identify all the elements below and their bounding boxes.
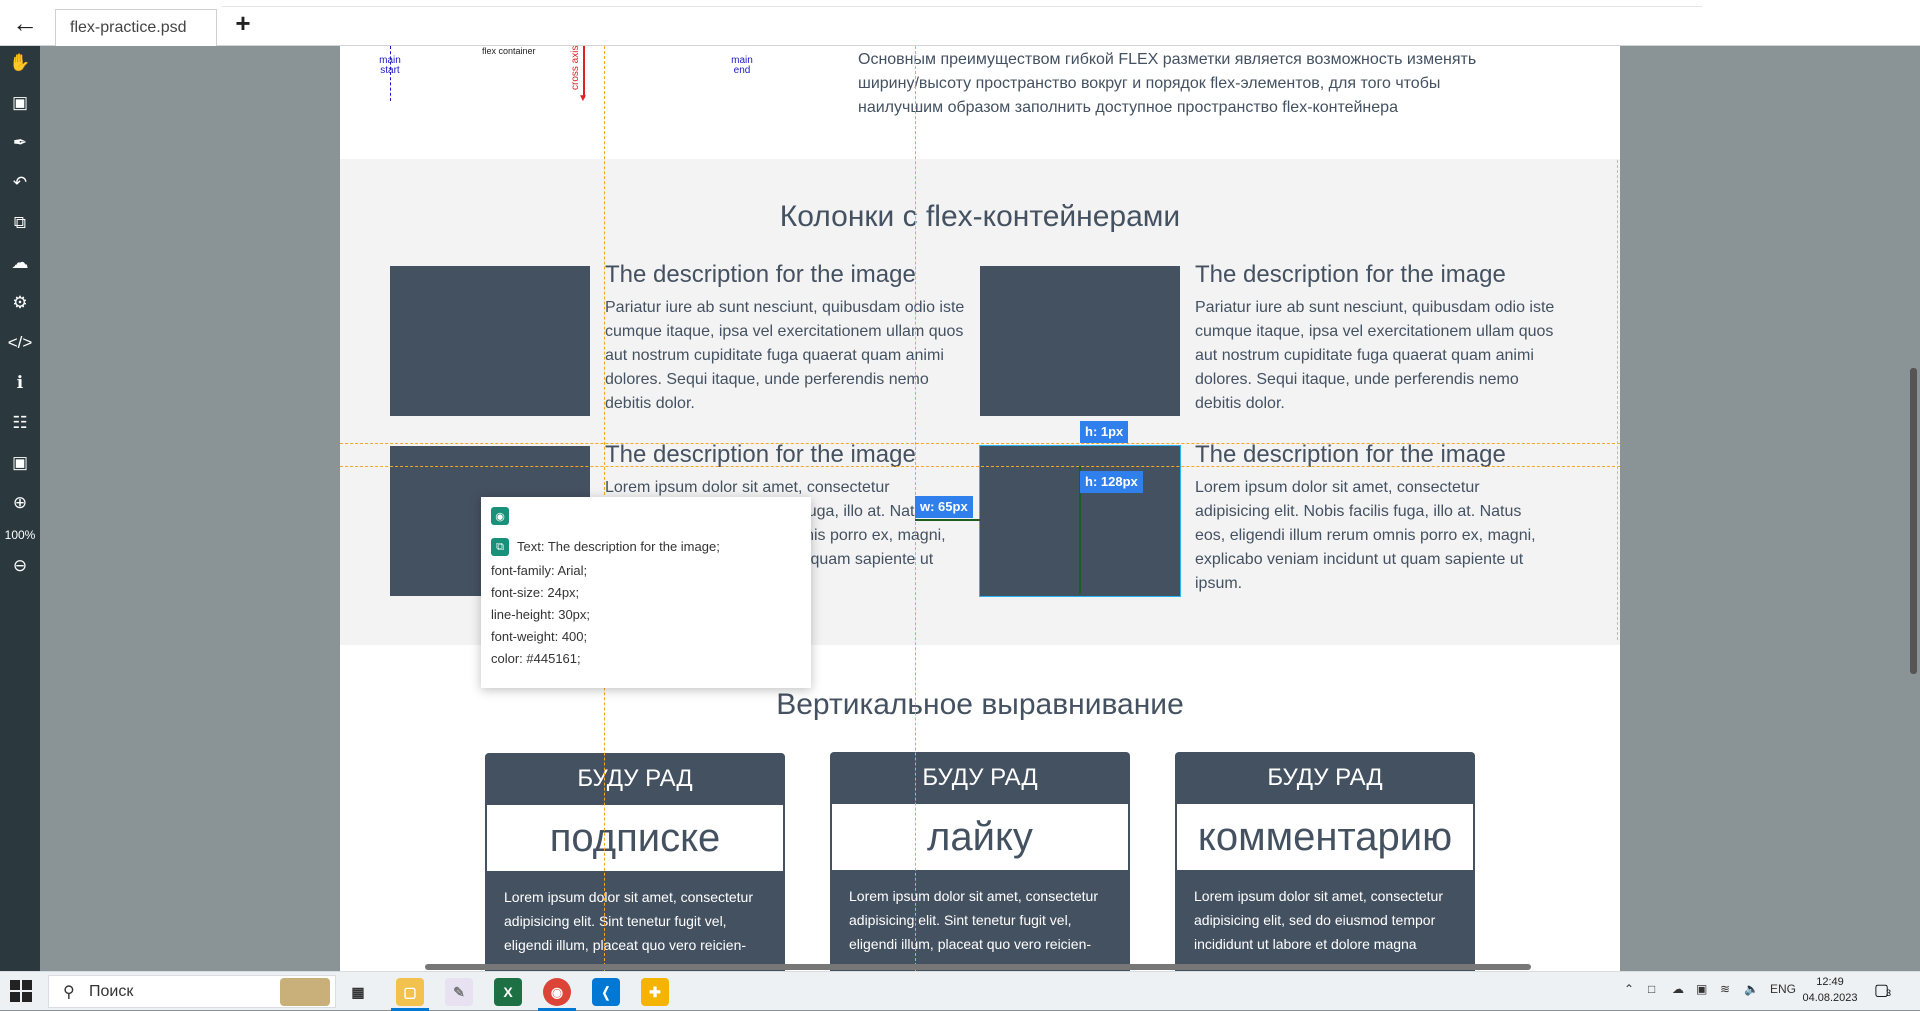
cross-axis-arrow (583, 46, 585, 98)
box-text: Lorem ipsum dolor sit amet, consectetur … (504, 889, 753, 953)
chrome-icon[interactable]: ◉ (543, 978, 571, 1006)
excel-icon[interactable]: X (494, 978, 522, 1006)
tooltip-font-weight: font-weight: 400; (491, 629, 588, 644)
intro-text: Основным преимуществом гибкой FLEX разме… (858, 51, 1477, 116)
file-explorer-icon[interactable]: ▢ (396, 978, 424, 1006)
info-icon[interactable]: ℹ (0, 368, 40, 398)
paint-icon[interactable]: ✎ (445, 978, 473, 1006)
card-text: Lorem ipsum dolor sit amet, consectetur … (1195, 479, 1536, 592)
clock[interactable]: 12:49 04.08.2023 (1795, 974, 1865, 1006)
diagram-container-label: flex container (482, 46, 536, 56)
gear-icon[interactable]: ⚙ (0, 288, 40, 318)
tooltip-color: color: #445161; (491, 651, 581, 666)
chevron-up-icon[interactable]: ⌃ (1624, 982, 1634, 996)
zoom-level: 100% (4, 528, 36, 542)
tab-file[interactable]: flex-practice.psd (55, 9, 217, 46)
columns-icon[interactable]: ☷ (0, 408, 40, 438)
card-title: The description for the image (605, 261, 916, 288)
left-toolbar: ✋ ▣ ✒ ↶ ⧉ ☁ ⚙ </> ℹ ☷ ▣ ⊕ 100% ⊖ (0, 46, 40, 971)
zoom-out-icon[interactable]: ⊖ (0, 551, 40, 581)
horizontal-scrollbar[interactable] (425, 964, 1531, 970)
card-text: Pariatur iure ab sunt nesciunt, quibusda… (605, 299, 965, 412)
meet-icon[interactable]: □ (1648, 982, 1655, 996)
tooltip-line-height: line-height: 30px; (491, 607, 591, 622)
eyedropper-icon[interactable]: ✒ (0, 128, 40, 158)
wifi-icon[interactable]: ≋ (1720, 982, 1730, 996)
canvas-edge-guide (1617, 160, 1618, 640)
task-view-icon[interactable]: ▦ (344, 978, 372, 1006)
diagram-cross-axis: cross axis (570, 46, 581, 90)
tooltip-text-line: Text: The description for the image; (517, 539, 720, 554)
add-tab-plus-icon[interactable]: + (228, 8, 258, 38)
like-box: БУДУ РАД лайку Lorem ipsum dolor sit ame… (830, 752, 1130, 971)
copy-icon[interactable]: ⧉ (491, 538, 509, 556)
box-text: Lorem ipsum dolor sit amet, consectetur … (849, 888, 1098, 952)
clock-time: 12:49 (1816, 976, 1844, 988)
measure-h1-label: h: 1px (1080, 421, 1129, 443)
speaker-icon[interactable]: 🔈 (1744, 982, 1759, 996)
zoom-in-icon[interactable]: ⊕ (0, 488, 40, 518)
tooltip-font-size: font-size: 24px; (491, 585, 580, 600)
section-heading-vertical: Вертикальное выравнивание (776, 688, 1184, 721)
box-head: БУДУ РАД (922, 764, 1038, 791)
eye-icon[interactable]: ◉ (491, 507, 509, 525)
diagram-main-end: main end (731, 55, 753, 76)
windows-taskbar: ⚲ Поиск ▦ ▢ ✎ X ◉ ❬ ✚ ⌃ □ ☁ ▣ ≋ 🔈 ENG 12… (0, 971, 1920, 1011)
guide-horizontal (340, 466, 1620, 467)
subscribe-box: БУДУ РАД подписке Lorem ipsum dolor sit … (485, 753, 785, 971)
comment-box: БУДУ РАД комментарию Lorem ipsum dolor s… (1175, 752, 1475, 971)
vertical-scrollbar[interactable] (1910, 368, 1917, 674)
style-inspector-tooltip: ◉ ⧉ Text: The description for the image;… (481, 497, 811, 688)
diagram-main-start: main start (379, 55, 401, 76)
box-word: подписке (487, 805, 783, 871)
box-word: комментарию (1177, 804, 1473, 870)
cloud-download-icon[interactable]: ☁ (0, 248, 40, 278)
arrow-down-icon: ▼ (578, 93, 588, 104)
language-indicator[interactable]: ENG (1770, 982, 1796, 996)
card-image (390, 266, 590, 416)
code-icon[interactable]: </> (0, 328, 40, 358)
box-head: БУДУ РАД (577, 765, 693, 792)
battery-icon[interactable]: ▣ (1696, 982, 1707, 996)
search-placeholder: Поиск (89, 982, 134, 1000)
divider (222, 6, 1702, 7)
money-icon[interactable]: ▣ (0, 448, 40, 478)
card-image (980, 266, 1180, 416)
clock-date: 04.08.2023 (1802, 992, 1858, 1004)
windows-start-icon[interactable] (10, 980, 32, 1002)
measure-h128-label: h: 128px (1080, 471, 1143, 493)
back-arrow-icon[interactable]: ← (0, 0, 50, 46)
section-heading-columns: Колонки с flex-контейнерами (779, 200, 1181, 233)
artboard-icon[interactable]: ▣ (0, 88, 40, 118)
measure-w65-label: w: 65px (915, 496, 973, 518)
vscode-icon[interactable]: ❬ (592, 978, 620, 1006)
onedrive-icon[interactable]: ☁ (1672, 982, 1684, 996)
search-icon: ⚲ (63, 984, 75, 1001)
box-word: лайку (832, 804, 1128, 870)
search-highlight-image (280, 978, 330, 1006)
tooltip-font-family: font-family: Arial; (491, 563, 588, 578)
card-text: Pariatur iure ab sunt nesciunt, quibusda… (1195, 299, 1555, 412)
transform-icon[interactable]: ⧉ (0, 208, 40, 238)
top-bar: ← flex-practice.psd + (0, 0, 1920, 46)
hand-icon[interactable]: ✋ (0, 48, 40, 78)
card-title: The description for the image (1195, 261, 1506, 288)
measure-line-width (915, 519, 980, 521)
tab-label: flex-practice.psd (70, 19, 187, 36)
guide-horizontal (340, 443, 1620, 444)
notification-icon[interactable]: ▢ 3 (1874, 980, 1896, 1002)
notification-count: 3 (1886, 988, 1892, 998)
undo-icon[interactable]: ↶ (0, 168, 40, 198)
app-icon[interactable]: ✚ (641, 978, 669, 1006)
box-head: БУДУ РАД (1267, 764, 1383, 791)
box-text: Lorem ipsum dolor sit amet, consectetur … (1194, 888, 1443, 952)
